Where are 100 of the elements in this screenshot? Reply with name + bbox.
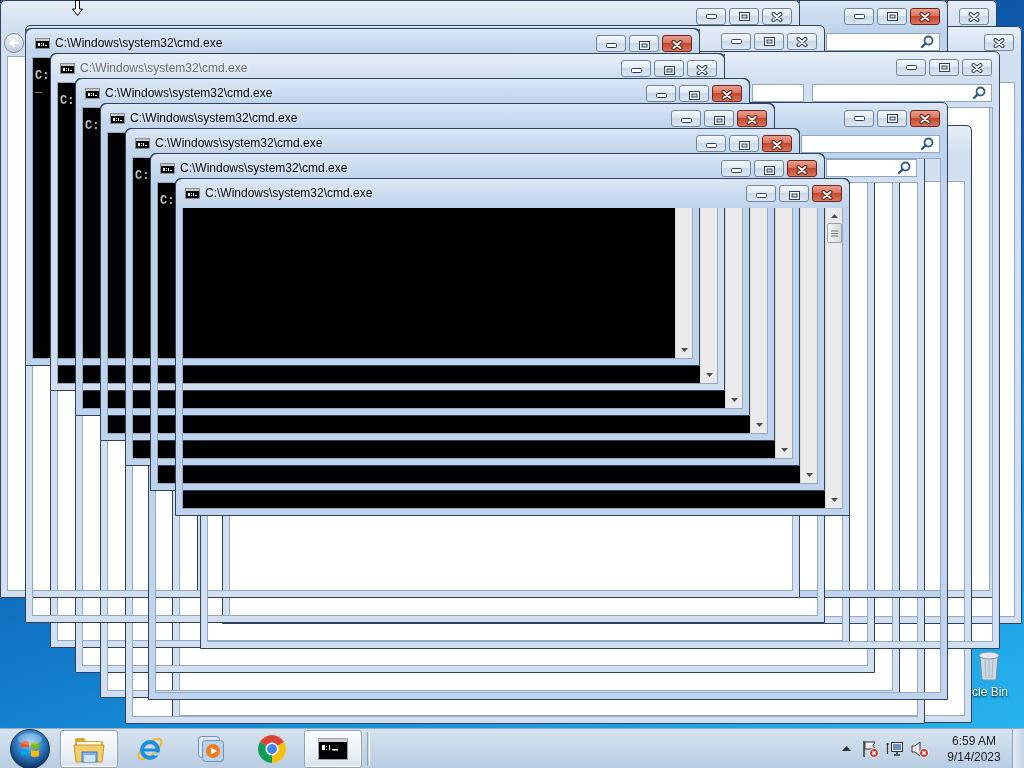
minimize-button[interactable] xyxy=(646,85,676,102)
maximize-button[interactable] xyxy=(629,35,659,52)
scrollbar[interactable] xyxy=(725,208,742,408)
address-field[interactable] xyxy=(752,84,804,102)
search-field[interactable] xyxy=(826,159,917,177)
close-button[interactable] xyxy=(962,59,992,76)
play-icon xyxy=(197,734,225,763)
window-title: C:\Windows\system32\cmd.exe xyxy=(80,60,248,77)
circle-logo-icon xyxy=(257,733,287,764)
maximize-icon xyxy=(638,40,650,50)
minimize-icon xyxy=(755,192,767,198)
search-field[interactable] xyxy=(826,33,940,51)
close-button[interactable] xyxy=(762,135,792,152)
minimize-button[interactable] xyxy=(621,60,651,77)
console-text: C: xyxy=(160,195,175,207)
minimize-button[interactable] xyxy=(696,135,726,152)
search-icon xyxy=(897,161,911,175)
maximize-icon xyxy=(738,12,750,21)
close-button[interactable] xyxy=(910,110,940,127)
caret-up-icon[interactable] xyxy=(842,746,851,751)
scrollbar[interactable] xyxy=(775,208,792,458)
window-title: C:\Windows\system32\cmd.exe xyxy=(130,110,298,127)
scroll-down-arrow-icon[interactable] xyxy=(805,473,813,477)
close-button[interactable] xyxy=(712,85,742,102)
close-button[interactable] xyxy=(959,8,989,25)
windows-logo-icon xyxy=(10,728,50,768)
search-icon xyxy=(972,86,986,100)
maximize-button[interactable] xyxy=(929,59,959,76)
scroll-up-arrow-icon[interactable] xyxy=(830,214,838,218)
close-icon xyxy=(721,90,733,100)
scrollbar-thumb[interactable] xyxy=(826,223,842,243)
close-button[interactable] xyxy=(984,34,1014,51)
bin-icon[interactable] xyxy=(978,650,1000,681)
icon-label[interactable]: cle Bin xyxy=(972,685,1009,699)
flag-error-icon[interactable] xyxy=(861,739,879,758)
minimize-icon xyxy=(730,167,742,173)
close-icon xyxy=(671,40,683,50)
scroll-down-arrow-icon[interactable] xyxy=(830,498,838,502)
scroll-down-arrow-icon[interactable] xyxy=(780,448,788,452)
close-icon xyxy=(971,62,983,73)
minimize-button[interactable] xyxy=(844,110,874,127)
scrollbar[interactable] xyxy=(750,208,767,433)
maximize-icon xyxy=(663,65,675,75)
minimize-button[interactable] xyxy=(896,59,926,76)
network-icon[interactable] xyxy=(886,739,904,758)
scrollbar[interactable] xyxy=(700,208,717,383)
taskbar-button[interactable] xyxy=(304,729,362,768)
scroll-down-arrow-icon[interactable] xyxy=(680,348,688,352)
search-field[interactable] xyxy=(801,135,940,153)
close-button[interactable] xyxy=(662,35,692,52)
maximize-button[interactable] xyxy=(654,60,684,77)
close-icon xyxy=(746,115,758,125)
close-icon xyxy=(821,190,833,200)
search-icon xyxy=(920,35,934,49)
scrollbar[interactable] xyxy=(800,208,817,483)
minimize-button[interactable] xyxy=(596,35,626,52)
close-icon xyxy=(919,11,931,22)
close-button[interactable] xyxy=(787,160,817,177)
clock-time: 6:59 AM xyxy=(952,732,996,749)
minimize-button[interactable] xyxy=(844,8,874,25)
maximize-button[interactable] xyxy=(679,85,709,102)
console-text: C: xyxy=(135,170,150,182)
scrollbar[interactable] xyxy=(825,208,842,508)
close-icon xyxy=(968,11,980,22)
minimize-button[interactable] xyxy=(721,33,751,50)
minimize-button[interactable] xyxy=(721,160,751,177)
maximize-button[interactable] xyxy=(754,160,784,177)
maximize-icon xyxy=(788,190,800,200)
speaker-muted-icon[interactable] xyxy=(911,739,929,758)
console-icon xyxy=(185,188,200,199)
maximize-button[interactable] xyxy=(729,8,759,25)
maximize-button[interactable] xyxy=(779,185,809,202)
close-button[interactable] xyxy=(787,33,817,50)
scroll-down-arrow-icon[interactable] xyxy=(705,373,713,377)
close-button[interactable] xyxy=(737,110,767,127)
maximize-button[interactable] xyxy=(877,110,907,127)
maximize-icon xyxy=(713,115,725,125)
arrow-left-icon xyxy=(8,38,20,48)
close-button[interactable] xyxy=(687,60,717,77)
minimize-icon xyxy=(905,65,917,70)
console-icon xyxy=(160,163,175,174)
maximize-button[interactable] xyxy=(704,110,734,127)
search-field[interactable] xyxy=(812,84,992,102)
close-button[interactable] xyxy=(910,8,940,25)
maximize-button[interactable] xyxy=(877,8,907,25)
maximize-icon xyxy=(738,140,750,150)
maximize-button[interactable] xyxy=(729,135,759,152)
maximize-icon xyxy=(886,12,898,21)
close-icon xyxy=(771,140,783,150)
scrollbar[interactable] xyxy=(675,208,692,358)
close-button[interactable] xyxy=(812,185,842,202)
maximize-button[interactable] xyxy=(754,33,784,50)
minimize-button[interactable] xyxy=(671,110,701,127)
minimize-button[interactable] xyxy=(696,8,726,25)
close-icon xyxy=(919,113,931,124)
scroll-down-arrow-icon[interactable] xyxy=(755,423,763,427)
down-arrow-icon xyxy=(72,0,83,16)
close-button[interactable] xyxy=(762,8,792,25)
scroll-down-arrow-icon[interactable] xyxy=(730,398,738,402)
minimize-button[interactable] xyxy=(746,185,776,202)
